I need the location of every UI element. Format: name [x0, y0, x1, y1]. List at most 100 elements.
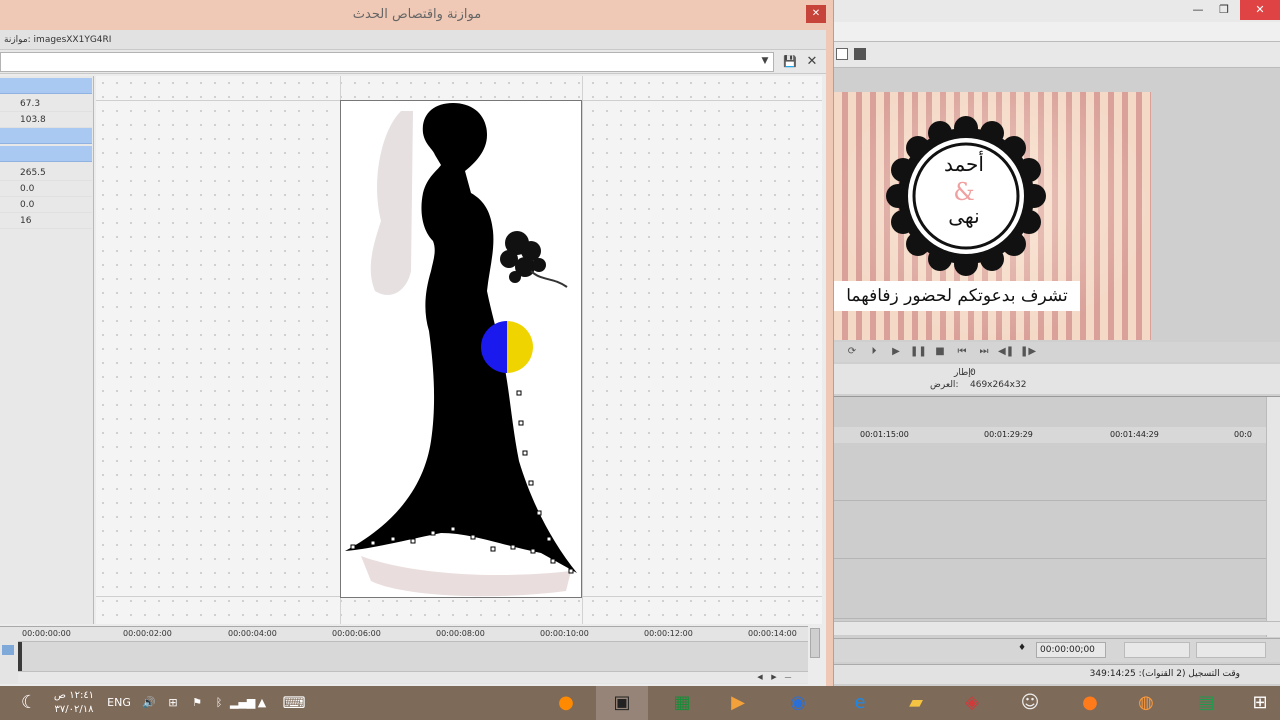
- media-encoder-icon[interactable]: ▣: [596, 686, 648, 720]
- keyframe-marker[interactable]: [18, 642, 22, 672]
- guide-line: [582, 76, 583, 624]
- bluetooth-icon[interactable]: ᛒ: [208, 686, 230, 720]
- dialog-close-button[interactable]: ✕: [806, 5, 826, 23]
- properties-panel: 67.3 103.8 265.5 0.0 0.0 16: [0, 76, 94, 624]
- scroll-thumb[interactable]: [810, 628, 820, 658]
- property-row[interactable]: [0, 128, 92, 144]
- timeline-vertical-scrollbar[interactable]: [1266, 397, 1280, 637]
- video-preview: أحمد & نهى تشرف بدعوتكم لحضور زفافهما: [834, 92, 1151, 340]
- zoom-out-icon[interactable]: —: [782, 672, 794, 683]
- scroll-right-icon[interactable]: ▶: [768, 672, 780, 683]
- dialog-body: موازنة: imagesXX1YG4RI ▼ 💾 ✕ 67.3 103.8 …: [0, 30, 826, 686]
- ruler-time: 00:00:06:00: [332, 629, 381, 638]
- chevron-down-icon[interactable]: ▼: [758, 54, 772, 68]
- status-bar: وقت التسجيل (2 القنوات): 349:14:25: [834, 664, 1280, 684]
- crop-workspace[interactable]: [96, 76, 822, 624]
- fast-forward-icon[interactable]: ❚▶: [1020, 345, 1036, 359]
- property-row[interactable]: 265.5: [0, 165, 92, 181]
- editor-timeline: 00:01:15:00 00:01:29:29 00:01:44:29 00:0: [834, 396, 1280, 637]
- keyboard-icon[interactable]: ⌨: [278, 686, 310, 720]
- network-icon[interactable]: ⊞: [162, 686, 184, 720]
- save-preset-icon[interactable]: 💾: [782, 54, 798, 70]
- ruler-time: 00:00:00:00: [22, 629, 71, 638]
- ruler-time: 00:01:29:29: [984, 430, 1033, 439]
- selection-end[interactable]: [1196, 642, 1266, 658]
- pause-icon[interactable]: ❚❚: [910, 345, 927, 359]
- ruler-time: 00:00:04:00: [228, 629, 277, 638]
- signal-icon[interactable]: ▂▄▆: [230, 686, 255, 720]
- contact-photo-icon[interactable]: ☺: [1004, 686, 1056, 720]
- property-row[interactable]: 0.0: [0, 197, 92, 213]
- spreadsheet-icon[interactable]: ▤: [1180, 686, 1232, 720]
- prev-frame-icon[interactable]: ⏮: [954, 345, 970, 359]
- ruler-time: 00:01:15:00: [860, 430, 909, 439]
- clock-time: ١٢:٤١ ص: [53, 690, 95, 701]
- timeline-vertical-scrollbar[interactable]: [808, 626, 822, 684]
- scroll-left-icon[interactable]: ◀: [754, 672, 766, 683]
- volume-icon[interactable]: 🔊: [138, 686, 160, 720]
- clock-date: ٣٧/٠٢/١٨: [54, 704, 94, 715]
- property-row[interactable]: [0, 78, 92, 94]
- firefox-orange-icon[interactable]: ●: [540, 686, 592, 720]
- chevron-up-icon[interactable]: ▲: [254, 686, 270, 720]
- save-snapshot-icon[interactable]: [854, 48, 866, 60]
- copy-snapshot-icon[interactable]: [836, 48, 848, 60]
- preset-row: ▼ 💾 ✕: [0, 50, 826, 74]
- track-row[interactable]: [834, 559, 1266, 619]
- clock[interactable]: ١٢:٤١ ص ٣٧/٠٢/١٨: [48, 689, 100, 717]
- flag-icon[interactable]: ⚑: [186, 686, 208, 720]
- file-explorer-icon[interactable]: ▰: [890, 686, 942, 720]
- timeline-marker[interactable]: [2, 645, 14, 655]
- keyframe-time-ruler[interactable]: 00:00:00:00 00:00:02:00 00:00:04:00 00:0…: [18, 627, 808, 641]
- next-frame-icon[interactable]: ⏭: [976, 345, 992, 359]
- moon-icon[interactable]: ☾: [14, 686, 44, 720]
- record-time-status: وقت التسجيل (2 القنوات): 349:14:25: [1089, 669, 1240, 679]
- close-button[interactable]: ✕: [1240, 0, 1280, 20]
- rewind-icon[interactable]: ◀❚: [998, 345, 1014, 359]
- ruler-time: 00:01:44:29: [1110, 430, 1159, 439]
- invitation-caption: تشرف بدعوتكم لحضور زفافهما: [834, 281, 1080, 311]
- windows-start-icon[interactable]: ⊞: [1234, 686, 1280, 720]
- play-icon[interactable]: ▶: [888, 345, 904, 359]
- transport-controls: ⟳ ⏵ ▶ ❚❚ ■ ⏮ ⏭ ◀❚ ❚▶: [834, 342, 1280, 362]
- timecode-row: ♦ 00:00:00;00: [834, 638, 1280, 662]
- preset-dropdown[interactable]: [0, 52, 774, 72]
- property-row[interactable]: 16: [0, 213, 92, 229]
- close-icon[interactable]: ✕: [804, 54, 820, 70]
- track-row[interactable]: [834, 443, 1266, 501]
- ruler-time: 00:00:12:00: [644, 629, 693, 638]
- ruler-time: 00:00:02:00: [123, 629, 172, 638]
- keyframe-timeline: 00:00:00:00 00:00:02:00 00:00:04:00 00:0…: [0, 626, 808, 684]
- display-value: 469x264x32: [970, 380, 1027, 390]
- timeline-horizontal-scrollbar[interactable]: [834, 621, 1280, 635]
- selection-length[interactable]: [1124, 642, 1190, 658]
- track-row[interactable]: [834, 501, 1266, 559]
- minimize-button[interactable]: —: [1184, 0, 1212, 20]
- video-player-icon[interactable]: ▶: [712, 686, 764, 720]
- settings-disc-icon[interactable]: ◉: [772, 686, 824, 720]
- internet-explorer-icon[interactable]: e: [834, 686, 886, 720]
- firefox-icon[interactable]: ●: [1064, 686, 1116, 720]
- keyframe-track[interactable]: [18, 641, 808, 672]
- crop-frame[interactable]: [340, 100, 582, 598]
- editor-time-ruler[interactable]: 00:01:15:00 00:01:29:29 00:01:44:29 00:0: [834, 427, 1266, 443]
- marker-icon[interactable]: ♦: [1018, 643, 1026, 653]
- restore-button[interactable]: ❐: [1210, 0, 1238, 20]
- loop-icon[interactable]: ⟳: [844, 345, 860, 359]
- eye-app-icon[interactable]: ◈: [946, 686, 998, 720]
- property-row[interactable]: 67.3: [0, 96, 92, 112]
- play-from-start-icon[interactable]: ⏵: [866, 345, 882, 359]
- ampersand: &: [953, 178, 975, 206]
- display-label: العرض:: [930, 380, 959, 390]
- timeline-horizontal-scrollbar[interactable]: ◀ ▶ —: [18, 671, 808, 683]
- timecode-display[interactable]: 00:00:00;00: [1036, 642, 1106, 658]
- frame-value: 0: [970, 368, 976, 378]
- stop-icon[interactable]: ■: [932, 345, 948, 359]
- ruler-time: 00:00:08:00: [436, 629, 485, 638]
- firefox-alt-icon[interactable]: ◍: [1120, 686, 1172, 720]
- calculator-icon[interactable]: ▦: [656, 686, 708, 720]
- property-row[interactable]: [0, 146, 92, 162]
- property-row[interactable]: 0.0: [0, 181, 92, 197]
- language-indicator[interactable]: ENG: [102, 686, 136, 720]
- property-row[interactable]: 103.8: [0, 112, 92, 128]
